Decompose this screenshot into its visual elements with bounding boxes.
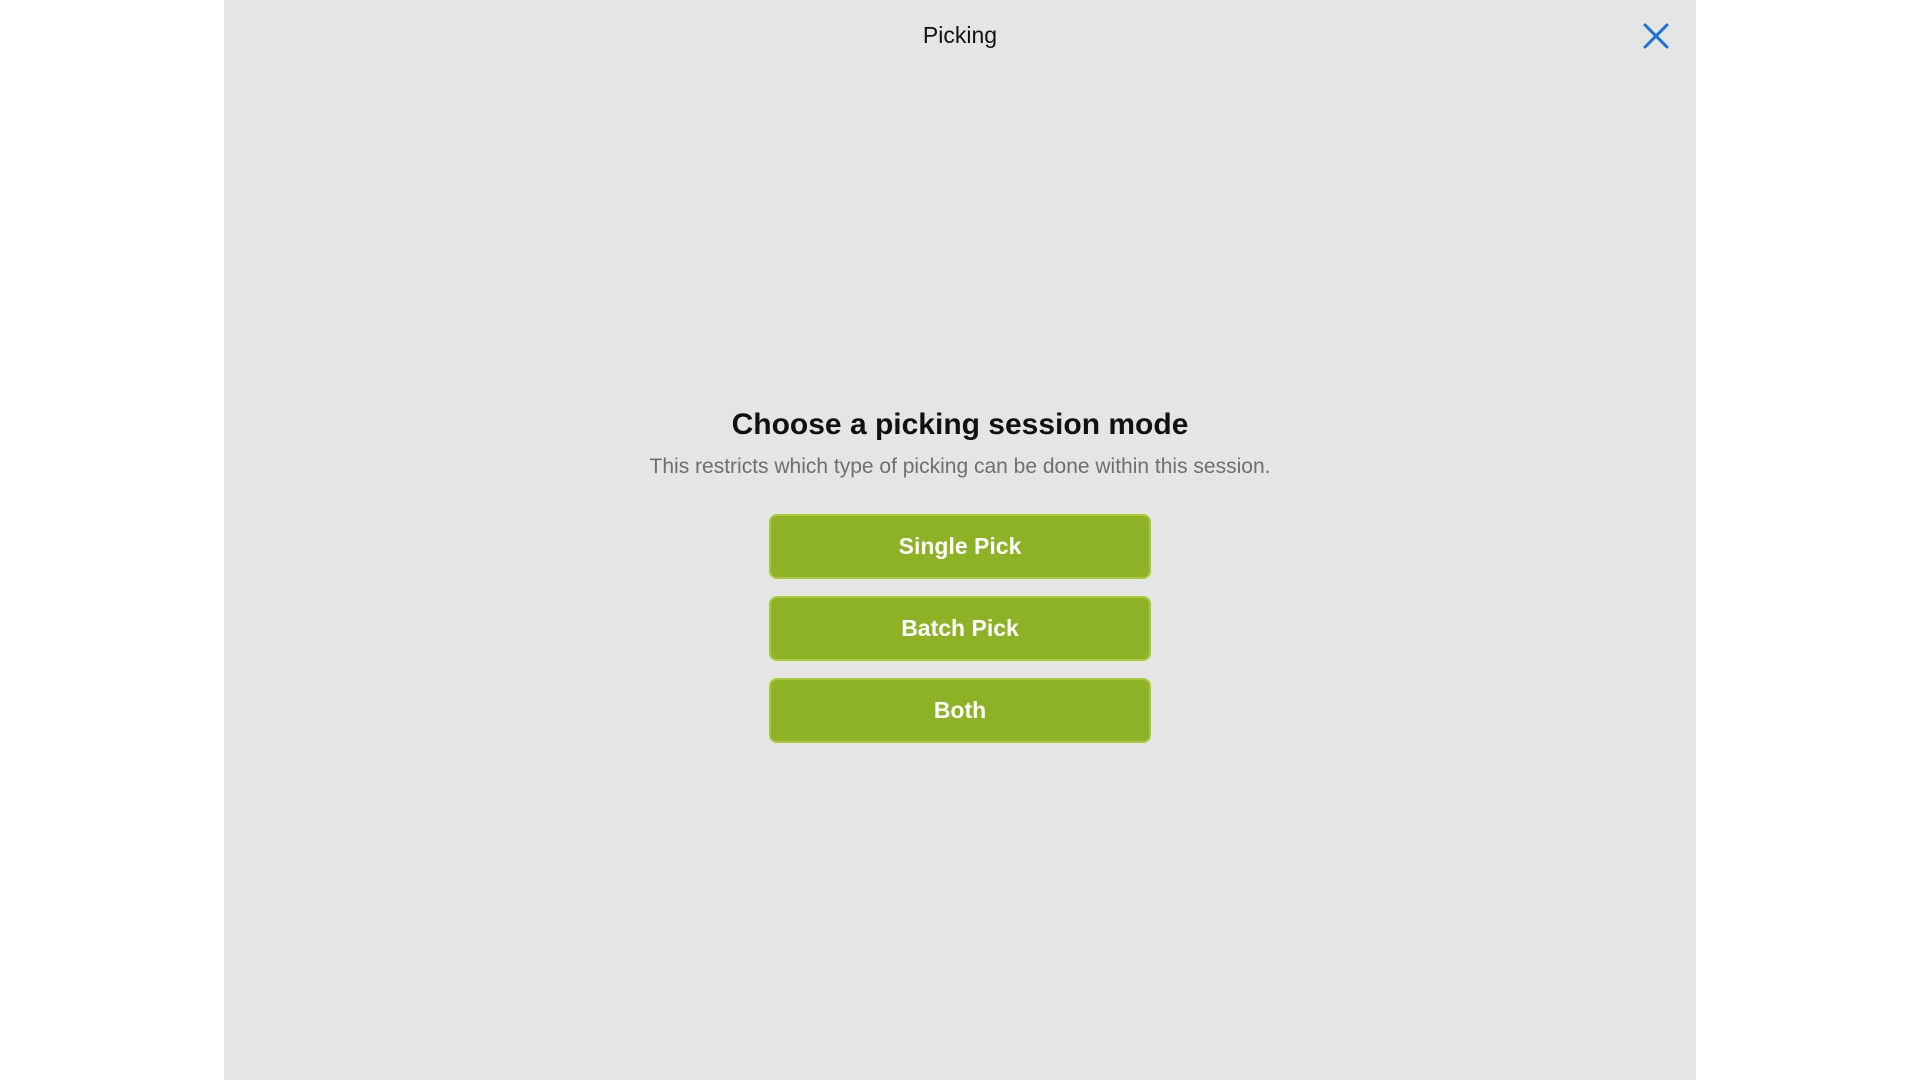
close-button[interactable] [1638,18,1674,54]
page-title: Picking [922,22,998,48]
close-icon [1643,23,1669,49]
mode-description: This restricts which type of picking can… [649,455,1271,478]
modal-header: Picking [224,0,1696,72]
picking-modal: Picking Choose a picking session mode Th… [224,0,1696,1080]
mode-selection-panel: Choose a picking session mode This restr… [224,400,1696,760]
mode-heading: Choose a picking session mode [731,408,1189,441]
both-button[interactable]: Both [769,678,1151,743]
single-pick-button[interactable]: Single Pick [769,514,1151,579]
batch-pick-button[interactable]: Batch Pick [769,596,1151,661]
